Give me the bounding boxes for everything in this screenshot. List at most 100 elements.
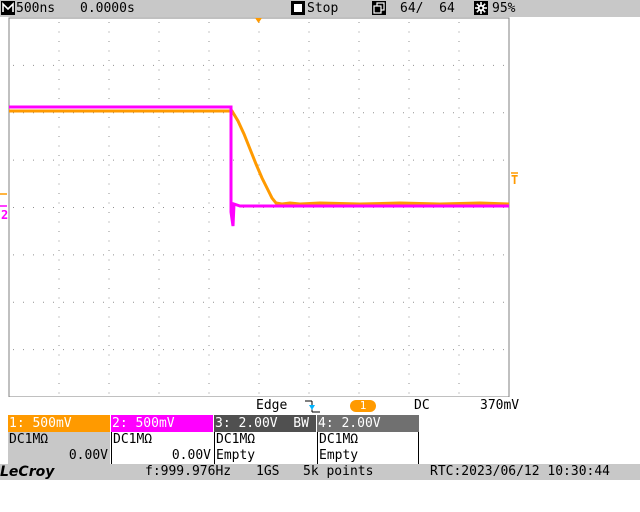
- waveform-display[interactable]: [0, 17, 640, 397]
- grid-dot: [358, 240, 360, 242]
- grid-dot: [408, 145, 410, 147]
- grid-dot: [458, 240, 460, 242]
- grid-dot: [308, 364, 310, 365]
- grid-dot: [63, 349, 64, 351]
- grid-dot: [43, 301, 44, 303]
- ch4-coupling[interactable]: DC1MΩ: [317, 432, 419, 448]
- grid-dot: [213, 207, 214, 208]
- ch1-offset-row[interactable]: ofs 0.00V: [8, 448, 110, 479]
- grid-dot: [243, 349, 244, 351]
- grid-dot: [403, 301, 404, 303]
- grid-dot: [173, 254, 174, 256]
- ch4-scale[interactable]: 4: 2.00V: [317, 415, 419, 432]
- channel-3-box[interactable]: 3: 2.00V BW DC1MΩ Empty: [214, 415, 316, 464]
- grid-dot: [173, 301, 174, 303]
- ch3-scale[interactable]: 3: 2.00V BW: [214, 415, 316, 432]
- grid-dot: [53, 64, 54, 66]
- timebase-value[interactable]: 500ns: [16, 0, 55, 17]
- ch2-scale[interactable]: 2: 500mV: [111, 415, 213, 432]
- stop-icon[interactable]: [291, 1, 305, 15]
- channel-4-box[interactable]: 4: 2.00V DC1MΩ Empty: [317, 415, 419, 464]
- trigger-coupling[interactable]: DC: [414, 399, 430, 413]
- grid-dot: [23, 254, 24, 256]
- grid-dot: [433, 64, 434, 66]
- grid-dot: [158, 41, 160, 42]
- timebase-icon[interactable]: [1, 1, 15, 15]
- grid-dot: [358, 212, 360, 213]
- grid-dot: [408, 345, 410, 346]
- grid-dot: [308, 250, 310, 251]
- grid-dot: [208, 326, 210, 327]
- run-state[interactable]: Stop: [307, 0, 338, 17]
- grid-dot: [108, 269, 110, 270]
- grid-dot: [63, 301, 64, 303]
- grid-dot: [233, 64, 234, 66]
- trigger-level[interactable]: 370mV: [480, 399, 519, 413]
- grid-dot: [183, 349, 184, 351]
- grid-dot: [73, 207, 74, 208]
- grid-dot: [303, 301, 304, 303]
- grid-dot: [503, 301, 504, 303]
- grid-dot: [343, 64, 344, 66]
- grid-dot: [408, 98, 410, 99]
- grid-dot: [323, 64, 324, 66]
- grid-dot: [233, 254, 234, 256]
- trigger-info-bar: Edge 1 DC 370mV: [0, 397, 640, 415]
- grid-dot: [463, 64, 464, 66]
- ch2-offset-row[interactable]: ofs 0.00V: [111, 448, 213, 479]
- ch2-ground-marker[interactable]: 2: [1, 209, 8, 221]
- grid-dot: [158, 269, 160, 270]
- grid-dot: [258, 250, 260, 251]
- trigger-source-badge[interactable]: 1: [350, 400, 376, 412]
- ch1-scale[interactable]: 1: 500mV: [8, 415, 110, 432]
- average-icon[interactable]: [372, 1, 386, 15]
- grid-dot: [303, 64, 304, 66]
- grid-dot: [458, 259, 460, 261]
- grid-dot: [493, 254, 494, 256]
- grid-dot: [413, 301, 414, 303]
- ch2-coupling[interactable]: DC1MΩ: [111, 432, 213, 448]
- ch3-coupling[interactable]: DC1MΩ: [214, 432, 316, 448]
- grid-dot: [313, 349, 314, 351]
- ch1-coupling[interactable]: DC1MΩ: [8, 432, 110, 448]
- channel-2-box[interactable]: 2: 500mV DC1MΩ ofs 0.00V: [111, 415, 213, 479]
- channel-1-box[interactable]: 1: 500mV DC1MΩ ofs 0.00V: [8, 415, 110, 479]
- grid-dot: [373, 349, 374, 351]
- grid-dot: [23, 64, 24, 66]
- grid-dot: [373, 159, 374, 161]
- grid-dot: [158, 212, 160, 213]
- grid-dot: [313, 301, 314, 303]
- grid-dot: [313, 254, 314, 256]
- grid-dot: [158, 136, 160, 137]
- grid-dot: [453, 112, 454, 114]
- grid-dot: [108, 41, 110, 42]
- grid-dot: [58, 69, 60, 71]
- delay-value[interactable]: 0.0000s: [80, 0, 135, 17]
- grid-dot: [208, 31, 210, 33]
- grid-dot: [108, 212, 110, 213]
- grid-dot: [308, 193, 310, 194]
- grid-dot: [258, 383, 260, 384]
- grid-dot: [108, 155, 110, 156]
- grid-dot: [113, 254, 114, 256]
- grid-dot: [158, 307, 160, 308]
- grid-dot: [58, 259, 60, 261]
- grid-dot: [358, 345, 360, 346]
- grid-dot: [358, 373, 360, 375]
- grid-dot: [153, 301, 154, 303]
- gear-icon[interactable]: [474, 1, 488, 15]
- trigger-type[interactable]: Edge: [256, 399, 287, 413]
- grid-dot: [133, 207, 134, 208]
- grid-dot: [58, 31, 60, 33]
- grid-dot: [308, 107, 310, 109]
- grid-dot: [443, 349, 444, 351]
- trigger-level-marker[interactable]: T: [511, 174, 518, 186]
- grid-dot: [208, 231, 210, 232]
- grid-dot: [358, 79, 360, 80]
- grid-dot: [408, 335, 410, 337]
- grid-dot: [23, 301, 24, 303]
- grid-dot: [258, 345, 260, 346]
- grid-dot: [83, 254, 84, 256]
- grid-dot: [33, 301, 34, 303]
- grid-dot: [83, 159, 84, 161]
